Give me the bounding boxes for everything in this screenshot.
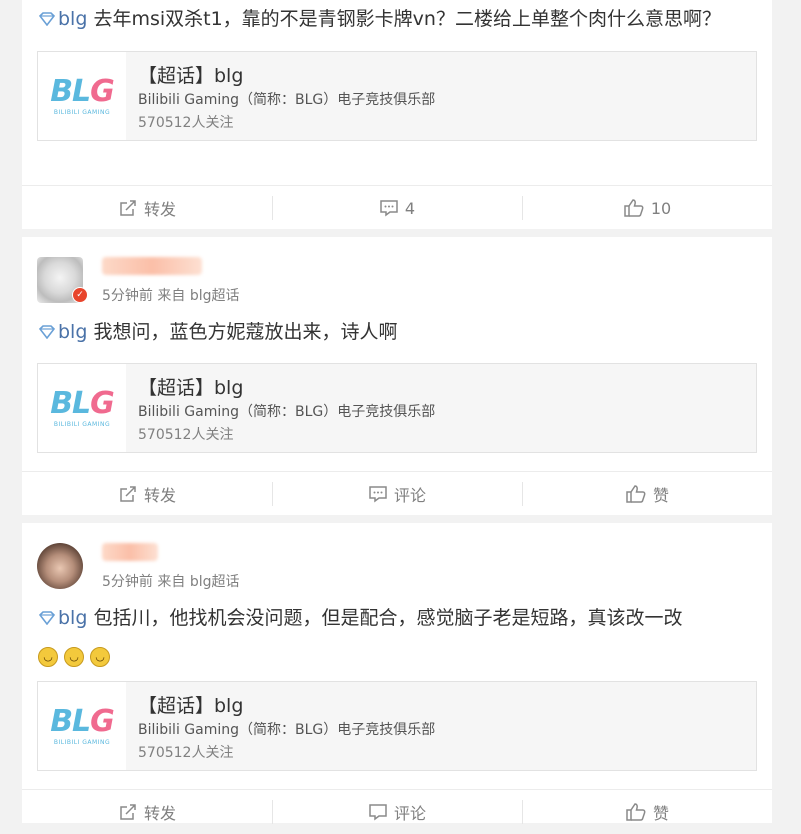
repost-button[interactable]: 转发 (22, 472, 272, 516)
post-text: blg 我想问，蓝色方妮蔻放出来，诗人啊 (22, 316, 772, 349)
post-body: 去年msi双杀t1，靠的不是青钢影卡牌vn？二楼给上单整个肉什么意思啊？ (87, 8, 721, 30)
laughing-crying-emoji-icon: ◡ (90, 647, 110, 667)
logo-text: BLG (50, 73, 115, 109)
topic-tag-link[interactable]: blg (58, 321, 87, 343)
post-body: 我想问，蓝色方妮蔻放出来，诗人啊 (87, 321, 398, 343)
username[interactable] (102, 543, 158, 561)
post-card: ✓ 5分钟前 来自 blg超话 blg 我想问，蓝色方妮蔻放出来，诗人啊 BLG… (22, 237, 772, 515)
post-meta: 5分钟前 来自 blg超话 (102, 285, 240, 305)
post-source[interactable]: blg超话 (190, 288, 240, 304)
like-count: 10 (650, 198, 672, 218)
post-time[interactable]: 5分钟前 (102, 288, 153, 304)
post-card: blg 去年msi双杀t1，靠的不是青钢影卡牌vn？二楼给上单整个肉什么意思啊？… (22, 0, 772, 229)
logo-text: BLG (50, 703, 115, 739)
verified-badge-icon: ✓ (72, 287, 88, 303)
repost-button[interactable]: 转发 (22, 790, 272, 834)
post-header: 5分钟前 来自 blg超话 (22, 523, 772, 603)
like-label: 赞 (652, 804, 669, 823)
thumbs-up-icon (626, 485, 646, 503)
topic-title: 【超话】blg (138, 65, 244, 87)
comment-label: 评论 (393, 804, 426, 823)
post-source[interactable]: blg超话 (190, 574, 240, 590)
comment-icon (369, 486, 387, 503)
logo-text: BLG (50, 385, 115, 421)
topic-desc: Bilibili Gaming（简称：BLG）电子竞技俱乐部 (138, 92, 436, 108)
post-text: blg 包括川，他找机会没问题，但是配合，感觉脑子老是短路，真该改一改 ◡ ◡ ◡ (22, 602, 772, 667)
comment-button[interactable]: 4 (272, 186, 522, 230)
share-icon (120, 804, 136, 820)
like-label: 赞 (652, 486, 669, 505)
topic-followers: 570512人关注 (138, 115, 234, 131)
thumbs-up-icon (624, 199, 644, 217)
like-button[interactable]: 赞 (522, 790, 772, 834)
action-bar: 转发 评论 赞 (22, 471, 772, 516)
post-body: 包括川，他找机会没问题，但是配合，感觉脑子老是短路，真该改一改 (87, 607, 683, 629)
topic-title: 【超话】blg (138, 695, 244, 717)
blg-logo: BLG BILIBILI GAMING (38, 682, 126, 770)
diamond-icon (38, 317, 56, 349)
topic-followers: 570512人关注 (138, 427, 234, 443)
thumbs-up-icon (626, 803, 646, 821)
post-from: 来自 (157, 574, 186, 590)
topic-tag-link[interactable]: blg (58, 8, 87, 30)
post-time[interactable]: 5分钟前 (102, 574, 153, 590)
repost-label: 转发 (143, 804, 176, 823)
post-card: 5分钟前 来自 blg超话 blg 包括川，他找机会没问题，但是配合，感觉脑子老… (22, 523, 772, 824)
comment-button[interactable]: 评论 (272, 790, 522, 834)
topic-tag-link[interactable]: blg (58, 607, 87, 629)
blg-logo: BLG BILIBILI GAMING (38, 364, 126, 452)
topic-card[interactable]: BLG BILIBILI GAMING 【超话】blg Bilibili Gam… (37, 363, 757, 453)
repost-label: 转发 (143, 486, 176, 505)
post-meta: 5分钟前 来自 blg超话 (102, 571, 240, 591)
post-header: ✓ 5分钟前 来自 blg超话 (22, 237, 772, 317)
topic-followers: 570512人关注 (138, 745, 234, 761)
comment-count: 4 (404, 198, 416, 218)
repost-button[interactable]: 转发 (22, 186, 272, 230)
comment-label: 评论 (393, 486, 426, 505)
username[interactable] (102, 257, 202, 275)
share-icon (120, 200, 136, 216)
avatar[interactable] (37, 543, 83, 589)
share-icon (120, 486, 136, 502)
post-text: blg 去年msi双杀t1，靠的不是青钢影卡牌vn？二楼给上单整个肉什么意思啊？ (22, 0, 772, 36)
action-bar: 转发 4 10 (22, 185, 772, 230)
diamond-icon (38, 4, 56, 36)
topic-title: 【超话】blg (138, 377, 244, 399)
laughing-crying-emoji-icon: ◡ (38, 647, 58, 667)
topic-card[interactable]: BLG BILIBILI GAMING 【超话】blg Bilibili Gam… (37, 681, 757, 771)
post-from: 来自 (157, 288, 186, 304)
topic-desc: Bilibili Gaming（简称：BLG）电子竞技俱乐部 (138, 404, 436, 420)
like-button[interactable]: 赞 (522, 472, 772, 516)
logo-subtitle: BILIBILI GAMING (53, 738, 111, 746)
blg-logo: BLG BILIBILI GAMING (38, 52, 126, 140)
diamond-icon (38, 603, 56, 635)
logo-subtitle: BILIBILI GAMING (53, 108, 111, 116)
comment-icon (369, 804, 387, 821)
comment-icon (380, 200, 398, 217)
laughing-crying-emoji-icon: ◡ (64, 647, 84, 667)
logo-subtitle: BILIBILI GAMING (53, 420, 111, 428)
action-bar: 转发 评论 赞 (22, 789, 772, 834)
like-button[interactable]: 10 (522, 186, 772, 230)
repost-label: 转发 (143, 200, 176, 219)
comment-button[interactable]: 评论 (272, 472, 522, 516)
topic-desc: Bilibili Gaming（简称：BLG）电子竞技俱乐部 (138, 722, 436, 738)
topic-card[interactable]: BLG BILIBILI GAMING 【超话】blg Bilibili Gam… (37, 51, 757, 141)
